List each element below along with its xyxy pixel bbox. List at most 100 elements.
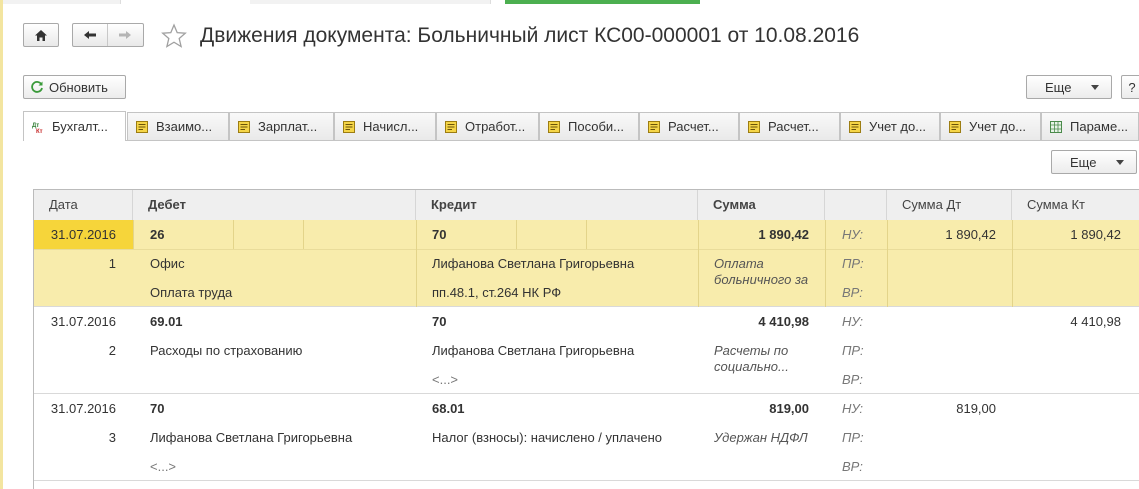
label-vr: ВР: [842, 285, 863, 300]
column-header-credit[interactable]: Кредит [416, 190, 698, 220]
more-label: Еще [1045, 79, 1072, 95]
entry-content-line-1: Удержан НДФЛ [714, 430, 808, 445]
tab-income-accounting-1[interactable]: Учет до... [840, 112, 940, 140]
tab-accruals[interactable]: Начисл... [334, 112, 436, 140]
cell-divider [586, 220, 587, 249]
tab-label: Параме... [1070, 119, 1129, 134]
tab-label: Расчет... [668, 119, 719, 134]
column-header-empty[interactable] [825, 190, 887, 220]
entry-content-line-1: Расчеты по [714, 343, 789, 358]
debit-subconto-2: Оплата труда [150, 285, 233, 300]
cell-divider [416, 220, 417, 307]
label-vr: ВР: [842, 372, 863, 387]
entry-sum: 1 890,42 [758, 227, 809, 242]
home-icon [35, 29, 47, 41]
entry-number: 2 [108, 343, 116, 358]
register-icon [748, 120, 760, 133]
sum-dt: 1 890,42 [945, 227, 996, 242]
column-header-sum-kt[interactable]: Сумма Кт [1012, 190, 1139, 220]
tab-benefits[interactable]: Пособи... [539, 112, 639, 140]
home-button[interactable] [23, 23, 59, 47]
favorite-star-button[interactable] [161, 23, 187, 49]
debit-subconto-1: Офис [150, 256, 185, 271]
table-header: Дата Дебет Кредит Сумма Сумма Дт Сумма К… [34, 190, 1139, 221]
help-button[interactable]: ? [1121, 75, 1139, 99]
register-icon [238, 120, 250, 133]
register-icon [849, 120, 861, 133]
cell-divider [516, 220, 517, 249]
top-tab-2 [250, 0, 491, 4]
table-row[interactable]: 31.07.2016 1 26 Офис Оплата труда 70 Лиф… [34, 220, 1139, 307]
tab-worked-time[interactable]: Отработ... [436, 112, 539, 140]
debit-account: 26 [150, 227, 165, 242]
column-header-sum[interactable]: Сумма [698, 190, 825, 220]
register-icon [949, 120, 961, 133]
entry-content-line-2: больничного за [714, 272, 809, 287]
arrow-right-icon [119, 31, 132, 39]
debit-subconto-1: Расходы по страхованию [150, 343, 303, 358]
debit-account: 70 [150, 401, 165, 416]
credit-subconto-2 [432, 452, 694, 481]
help-label: ? [1128, 79, 1136, 95]
register-icon [136, 120, 148, 133]
entry-date: 31.07.2016 [50, 314, 116, 329]
column-header-date[interactable]: Дата [34, 190, 133, 220]
cell-divider [303, 220, 304, 249]
register-icon [548, 120, 560, 133]
left-edge [0, 0, 3, 489]
credit-subconto-2: <...> [432, 372, 459, 387]
tab-settlements[interactable]: Взаимо... [127, 112, 229, 140]
credit-subconto-2: пп.48.1, ст.264 НК РФ [432, 285, 562, 300]
debit-account: 69.01 [150, 314, 183, 329]
forward-button[interactable] [108, 24, 143, 46]
tab-calculations-1[interactable]: Расчет... [639, 112, 739, 140]
label-vr: ВР: [842, 459, 863, 474]
tab-label: Пособи... [568, 119, 624, 134]
cell-divider [233, 220, 234, 249]
svg-text:Кт: Кт [36, 129, 43, 133]
tab-label: Зарплат... [258, 119, 318, 134]
chevron-down-icon [1116, 159, 1125, 165]
history-nav [72, 23, 144, 47]
top-strip [0, 0, 1139, 4]
chevron-down-icon [1091, 84, 1100, 90]
refresh-button[interactable]: Обновить [23, 75, 126, 99]
cell-divider [825, 220, 826, 307]
table-row[interactable]: 31.07.2016 2 69.01 Расходы по страховани… [34, 307, 1139, 394]
tab-label: Начисл... [363, 119, 419, 134]
tab-parameters[interactable]: Параме... [1041, 112, 1139, 140]
credit-subconto-1: Налог (взносы): начислено / уплачено [432, 430, 662, 445]
dt-kt-icon: Дт Кт [32, 123, 43, 133]
tab-salary[interactable]: Зарплат... [229, 112, 334, 140]
sum-dt: 819,00 [956, 401, 996, 416]
entry-sum: 819,00 [769, 401, 809, 416]
entry-sum: 4 410,98 [758, 314, 809, 329]
accounting-entries-table[interactable]: Дата Дебет Кредит Сумма Сумма Дт Сумма К… [33, 189, 1139, 489]
debit-subconto-2: <...> [150, 459, 177, 474]
column-header-debit[interactable]: Дебет [133, 190, 416, 220]
entry-date: 31.07.2016 [50, 401, 116, 416]
sum-kt [1012, 394, 1121, 423]
entry-number: 3 [108, 430, 116, 445]
tab-label: Учет до... [969, 119, 1027, 134]
refresh-label: Обновить [49, 79, 108, 95]
panel-more-button[interactable]: Еще [1051, 150, 1137, 174]
register-icon [343, 120, 355, 133]
tab-label: Бухгалт... [52, 119, 108, 134]
credit-subconto-1: Лифанова Светлана Григорьевна [432, 256, 635, 271]
column-header-sum-dt[interactable]: Сумма Дт [887, 190, 1012, 220]
tab-calculations-2[interactable]: Расчет... [739, 112, 840, 140]
tab-accounting[interactable]: Дт Кт Бухгалт... [23, 111, 126, 141]
tab-label: Учет до... [869, 119, 927, 134]
star-icon [161, 23, 187, 48]
refresh-icon [31, 81, 43, 93]
entry-content-line-2: социально... [714, 359, 789, 374]
page-title: Движения документа: Больничный лист КС00… [200, 24, 860, 47]
back-button[interactable] [73, 24, 108, 46]
register-tabs: Дт Кт Бухгалт... Взаимо... Зарплат... На… [23, 111, 1139, 141]
tab-income-accounting-2[interactable]: Учет до... [940, 112, 1041, 140]
more-button[interactable]: Еще [1026, 75, 1112, 99]
top-tab-active-indicator [505, 0, 700, 4]
debit-subconto-1: Лифанова Светлана Григорьевна [150, 430, 353, 445]
table-row[interactable]: 31.07.2016 3 70 Лифанова Светлана Григор… [34, 394, 1139, 481]
